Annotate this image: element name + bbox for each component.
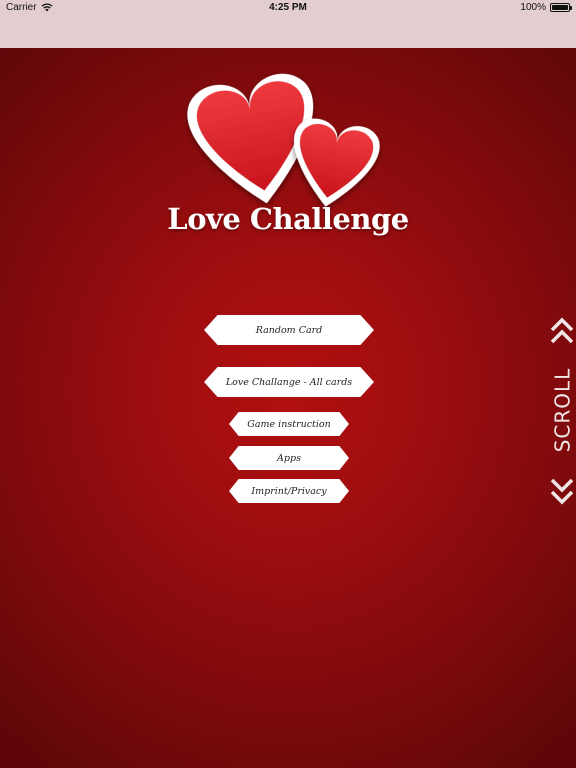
main-screen: Love Challenge Random Card Love Challang… (0, 48, 576, 768)
status-bar: Carrier 4:25 PM 100% (0, 0, 576, 48)
status-time: 4:25 PM (269, 2, 307, 13)
all-cards-button[interactable]: Love Challange - All cards (204, 367, 374, 397)
random-card-button[interactable]: Random Card (204, 315, 374, 345)
scroll-label: SCROLL (550, 367, 574, 453)
game-instruction-button[interactable]: Game instruction (229, 412, 349, 436)
imprint-privacy-button[interactable]: Imprint/Privacy (229, 479, 349, 503)
apps-button[interactable]: Apps (229, 446, 349, 470)
battery-full-icon (550, 3, 572, 12)
battery-percent: 100% (520, 2, 546, 13)
two-hearts-icon (187, 73, 380, 207)
scroll-indicator[interactable]: SCROLL (548, 314, 576, 510)
app-title: Love Challenge (167, 202, 409, 236)
double-chevron-down-icon (550, 478, 574, 505)
battery-status: 100% (520, 2, 572, 13)
scroll-label-wrap: SCROLL (550, 362, 574, 458)
double-chevron-up-icon (550, 317, 574, 344)
